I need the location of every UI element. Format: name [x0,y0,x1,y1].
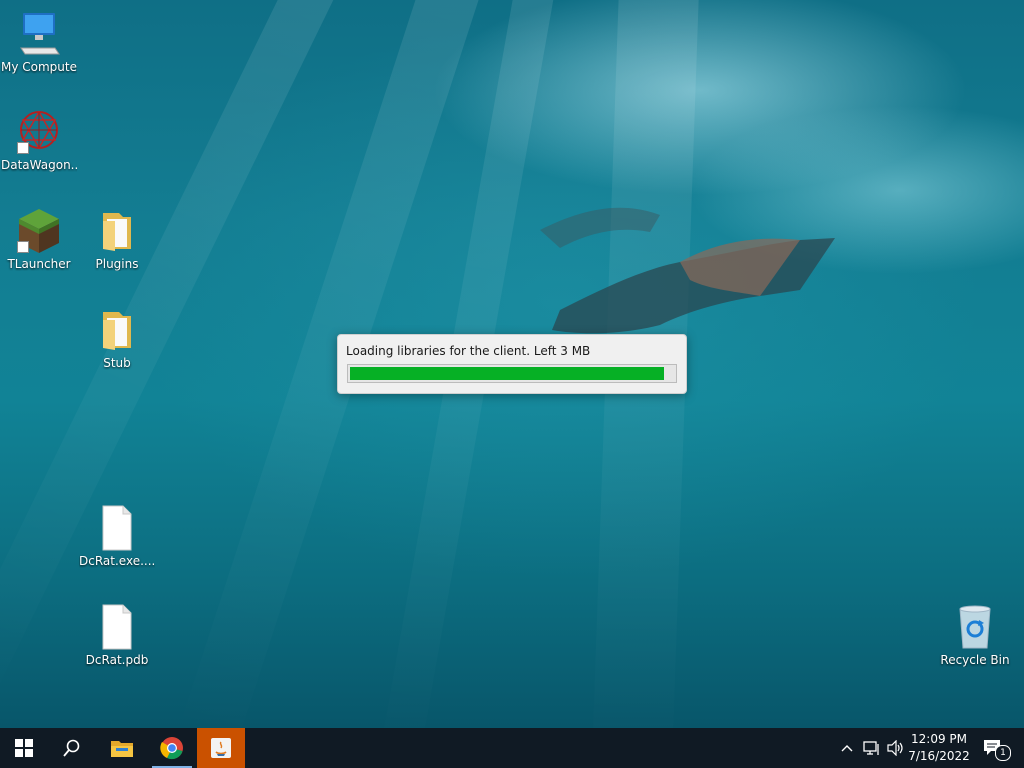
loading-dialog: Loading libraries for the client. Left 3… [337,334,687,394]
shortcut-arrow-icon [17,241,29,253]
desktop-wallpaper: My Computer DataWagon... TLauncher Plugi… [0,0,1024,728]
folder-icon [111,741,133,757]
taskbar-java[interactable] [197,728,245,768]
volume-button[interactable] [884,728,908,768]
desktop-icon-datawagon[interactable]: DataWagon... [1,108,77,172]
taskbar-chrome[interactable] [148,728,196,768]
java-icon [211,738,231,758]
network-icon [863,741,879,755]
clock-date[interactable]: 7/16/2022 [906,749,972,763]
chrome-icon [160,737,183,760]
desktop-icon-my-computer[interactable]: My Computer [1,10,77,74]
loading-message: Loading libraries for the client. Left 3… [346,344,591,358]
recycle-bin-icon [959,605,991,649]
desktop-icon-tlauncher[interactable]: TLauncher [1,207,77,271]
folder-icon [103,213,131,251]
loading-progress-bar [347,364,677,383]
search-icon [63,739,80,757]
blank-file-icon [102,604,132,650]
blank-file-icon [102,505,132,551]
network-button[interactable] [860,728,884,768]
desktop-icon-dcrat-exe[interactable]: DcRat.exe.... [79,504,155,568]
loading-progress-fill [350,367,664,380]
desktop-icon-stub[interactable]: Stub [79,306,155,370]
search-button[interactable] [48,728,96,768]
desktop-icon-label: My Computer [1,60,77,74]
folder-icon [103,312,131,350]
show-hidden-icons-button[interactable] [836,728,858,768]
desktop-icon-plugins[interactable]: Plugins [79,207,155,271]
desktop-icon-label: DcRat.pdb [85,653,149,667]
start-button[interactable] [0,728,48,768]
windows-logo-icon [15,739,33,757]
volume-icon [887,740,903,756]
chevron-up-icon [841,745,853,752]
desktop-icon-label: Plugins [95,257,139,271]
desktop-icon-label: Stub [103,356,131,370]
desktop-icon-dcrat-pdb[interactable]: DcRat.pdb [79,603,155,667]
clock-time[interactable]: 12:09 PM [906,732,972,746]
desktop-icon-recycle-bin[interactable]: Recycle Bin [937,603,1013,667]
desktop-icon-label: Recycle Bin [940,653,1010,667]
taskbar-file-explorer[interactable] [98,728,146,768]
shortcut-arrow-icon [17,142,29,154]
desktop-icon-label: TLauncher [7,257,71,271]
desktop-icon-label: DataWagon... [1,158,77,172]
desktop-icon-label: DcRat.exe.... [79,554,155,568]
action-center-button[interactable]: 1 [978,728,1011,768]
computer-icon [20,13,60,55]
taskbar: 12:09 PM 7/16/2022 1 [0,728,1024,768]
notification-count-badge: 1 [995,745,1011,761]
